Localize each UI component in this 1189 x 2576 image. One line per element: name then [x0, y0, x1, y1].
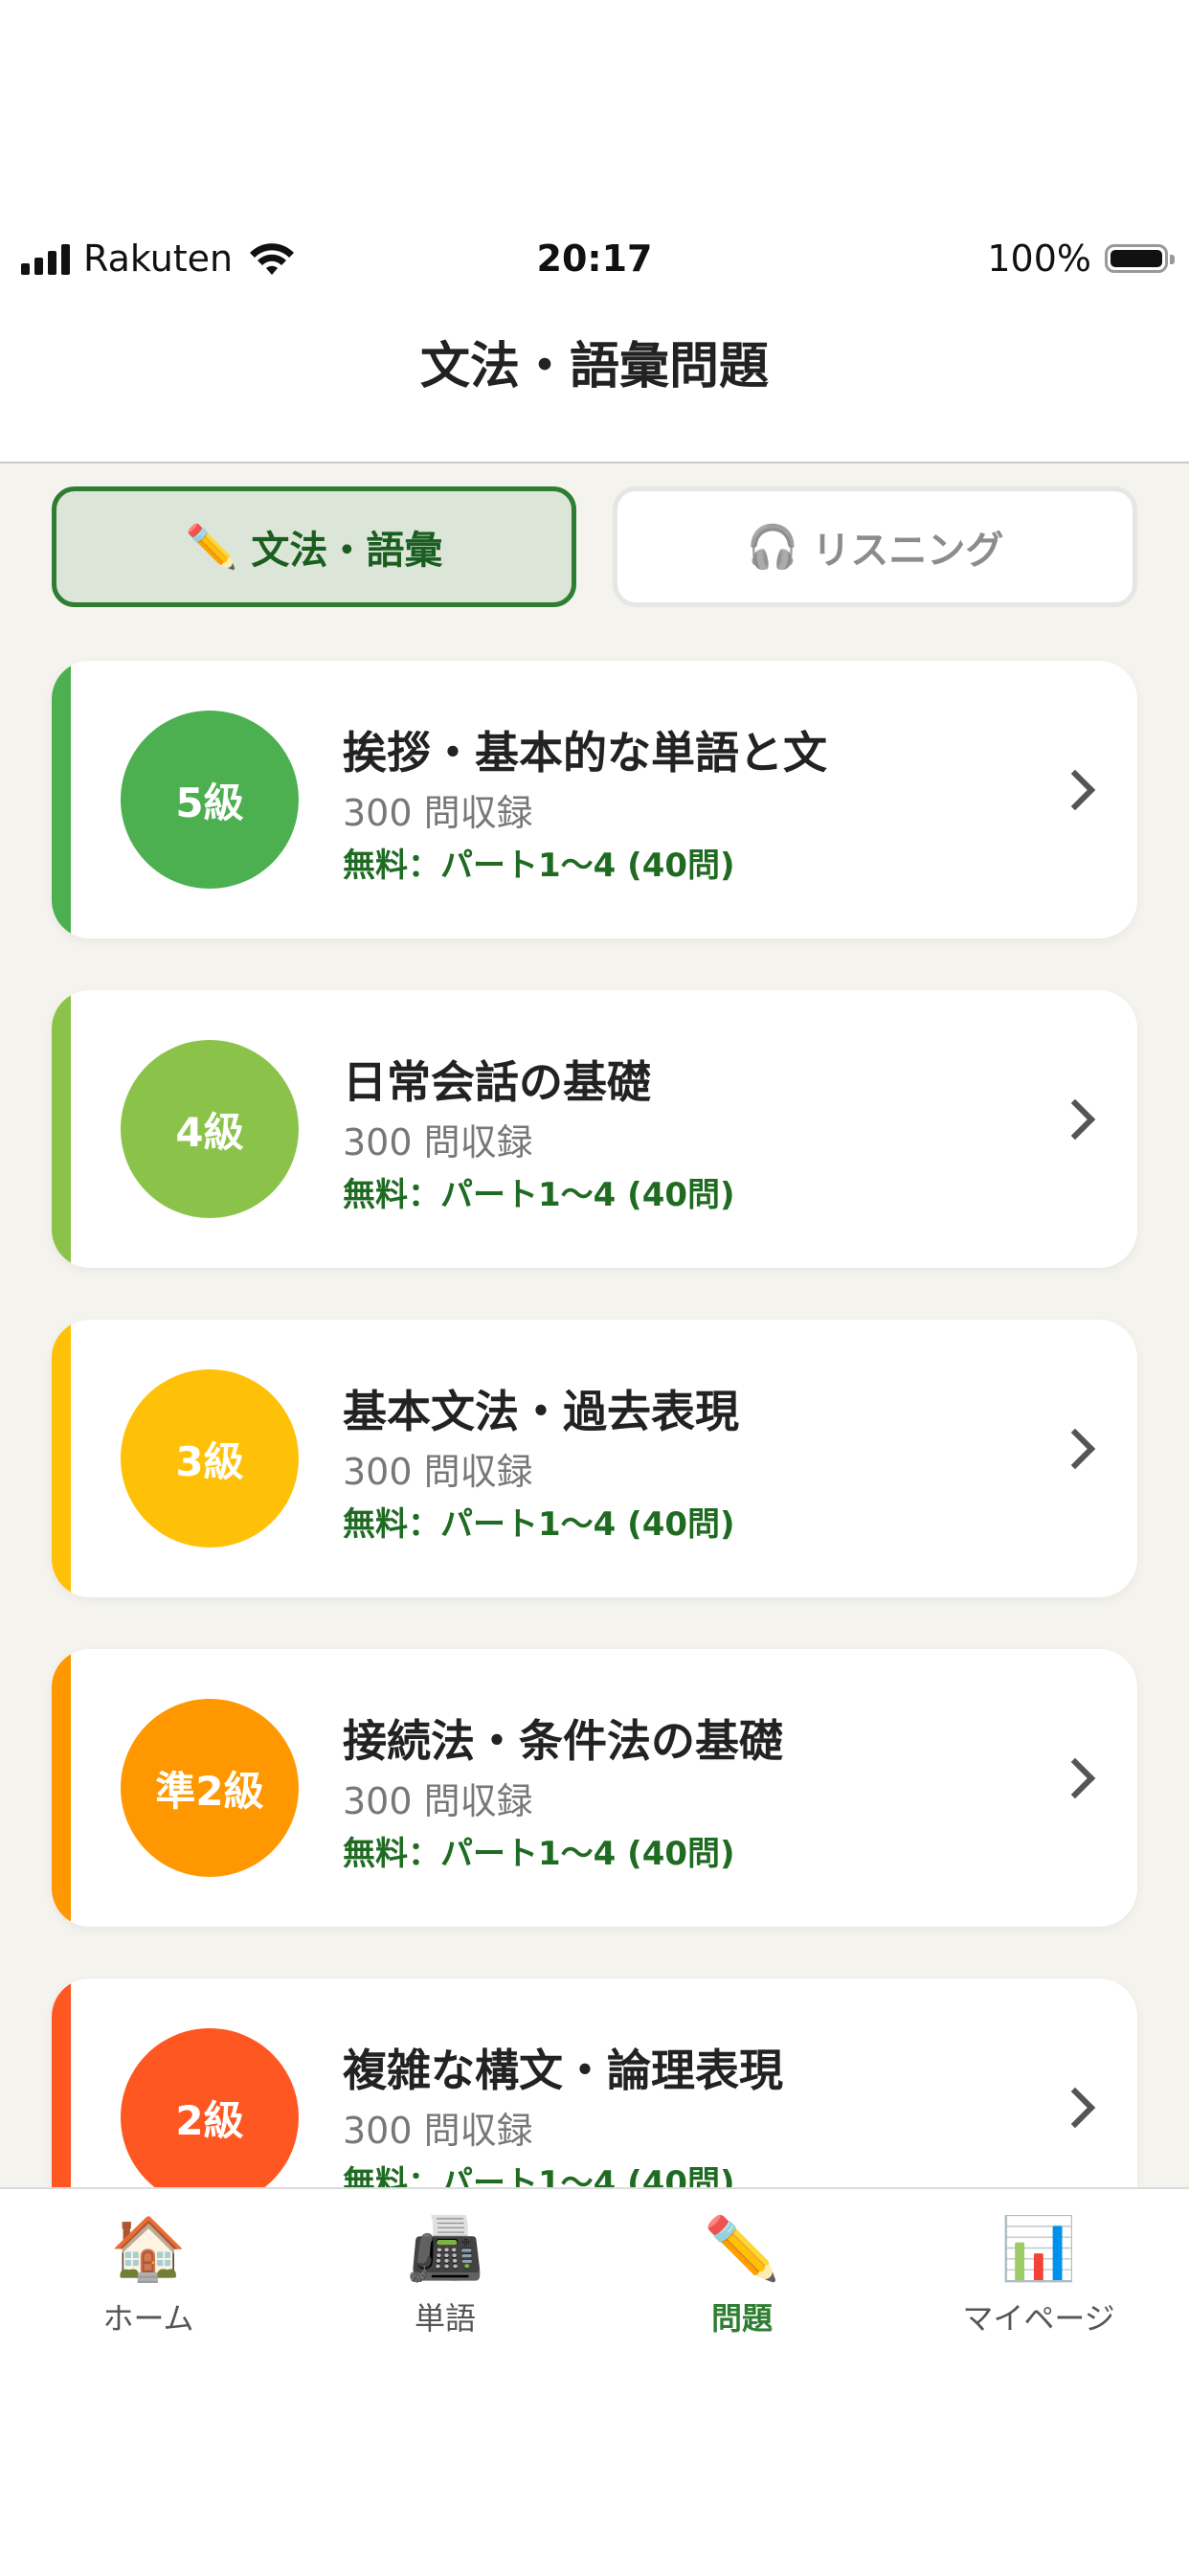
question-count: 300 問収録 — [343, 2110, 533, 2152]
card-accent-bar — [52, 990, 71, 1268]
chevron-right-icon — [1054, 769, 1096, 811]
question-count: 300 問収録 — [343, 1780, 533, 1822]
free-info: 無料：パート1〜4 (40問) — [343, 1505, 735, 1544]
page-title: 文法・語彙問題 — [419, 338, 769, 395]
status-bar: Rakuten 20:17 100% — [0, 230, 1189, 287]
level-badge: 3級 — [121, 1369, 299, 1548]
card-accent-bar — [52, 1320, 71, 1597]
level-card-3[interactable]: 3級 基本文法・過去表現 300 問収録 無料：パート1〜4 (40問) — [52, 1320, 1137, 1597]
card-accent-bar — [52, 661, 71, 938]
question-count: 300 問収録 — [343, 792, 533, 834]
tab-mypage[interactable]: 📊 マイページ — [890, 2208, 1187, 2339]
question-count: 300 問収録 — [343, 1121, 533, 1164]
tab-label: 問題 — [710, 2300, 773, 2337]
free-info: 無料：パート1〜4 (40問) — [343, 847, 735, 885]
level-title: 日常会話の基礎 — [343, 1056, 651, 1108]
pencil-icon: ✏️ — [185, 523, 238, 572]
segment-label: リスニング — [812, 529, 1004, 573]
house-icon: 🏠 — [110, 2214, 187, 2285]
headphones-icon: 🎧 — [746, 523, 799, 572]
content-area: ✏️ 文法・語彙 🎧 リスニング 5級 挨拶・基本的な単語と文 300 問収録 … — [0, 463, 1189, 2187]
free-info: 無料：パート1〜4 (40問) — [343, 2164, 735, 2187]
free-info: 無料：パート1〜4 (40問) — [343, 1835, 735, 1873]
level-card-4[interactable]: 4級 日常会話の基礎 300 問収録 無料：パート1〜4 (40問) — [52, 990, 1137, 1268]
question-count: 300 問収録 — [343, 1451, 533, 1493]
bar-chart-icon: 📊 — [1000, 2214, 1077, 2285]
tab-label: 単語 — [414, 2300, 476, 2337]
tab-label: ホーム — [102, 2300, 194, 2337]
status-right: 100% — [987, 230, 1175, 287]
tab-listening[interactable]: 🎧 リスニング — [613, 486, 1137, 607]
free-info: 無料：パート1〜4 (40問) — [343, 1176, 735, 1214]
tab-questions[interactable]: ✏️ 問題 — [594, 2208, 890, 2339]
bottom-tab-bar: 🏠 ホーム 📠 単語 ✏️ 問題 📊 マイページ — [0, 2187, 1189, 2576]
level-title: 接続法・条件法の基礎 — [343, 1715, 783, 1767]
level-badge: 4級 — [121, 1040, 299, 1218]
level-title: 複雑な構文・論理表現 — [343, 2045, 783, 2096]
segment-label: 文法・語彙 — [251, 529, 443, 573]
chevron-right-icon — [1054, 1098, 1096, 1141]
level-title: 挨拶・基本的な単語と文 — [343, 727, 827, 779]
level-card-2[interactable]: 2級 複雑な構文・論理表現 300 問収録 無料：パート1〜4 (40問) — [52, 1978, 1137, 2187]
level-badge: 2級 — [121, 2028, 299, 2187]
chevron-right-icon — [1054, 2087, 1096, 2129]
tab-label: マイページ — [962, 2300, 1115, 2337]
chevron-right-icon — [1054, 1428, 1096, 1470]
pencil-icon: ✏️ — [704, 2214, 780, 2285]
fax-machine-icon: 📠 — [407, 2214, 483, 2285]
level-title: 基本文法・過去表現 — [343, 1386, 739, 1437]
battery-percent: 100% — [987, 237, 1091, 280]
tab-words[interactable]: 📠 単語 — [297, 2208, 594, 2339]
card-accent-bar — [52, 1978, 71, 2187]
level-badge: 準2級 — [121, 1699, 299, 1877]
tab-home[interactable]: 🏠 ホーム — [0, 2208, 297, 2339]
level-card-5[interactable]: 5級 挨拶・基本的な単語と文 300 問収録 無料：パート1〜4 (40問) — [52, 661, 1137, 938]
chevron-right-icon — [1054, 1757, 1096, 1799]
tab-grammar-vocab[interactable]: ✏️ 文法・語彙 — [52, 486, 576, 607]
level-card-pre2[interactable]: 準2級 接続法・条件法の基礎 300 問収録 無料：パート1〜4 (40問) — [52, 1649, 1137, 1927]
level-badge: 5級 — [121, 711, 299, 889]
battery-icon — [1105, 244, 1175, 273]
card-accent-bar — [52, 1649, 71, 1927]
